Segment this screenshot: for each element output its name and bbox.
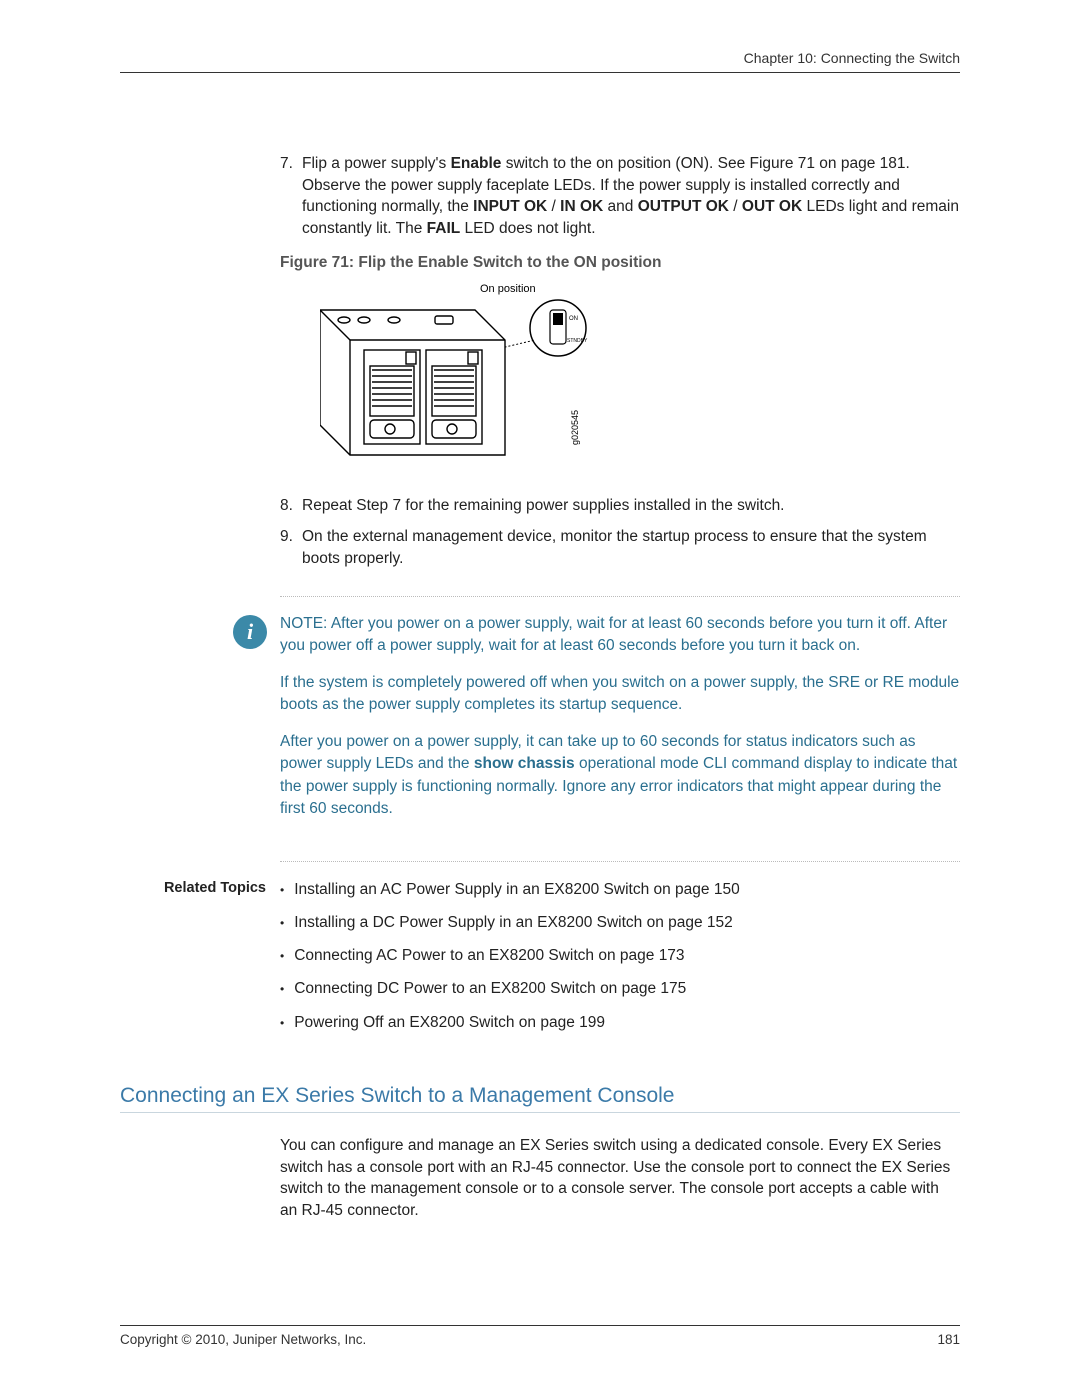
related-topics-label: Related Topics bbox=[120, 878, 280, 896]
figure-71: On position ON STNDBY bbox=[320, 280, 960, 475]
related-link[interactable]: Connecting DC Power to an EX8200 Switch … bbox=[280, 977, 740, 1000]
svg-text:STNDBY: STNDBY bbox=[567, 338, 588, 344]
step-text: On the external management device, monit… bbox=[302, 526, 960, 569]
note-p3: After you power on a power supply, it ca… bbox=[280, 731, 960, 821]
page-footer: Copyright © 2010, Juniper Networks, Inc.… bbox=[120, 1325, 960, 1347]
related-topics-list: Installing an AC Power Supply in an EX82… bbox=[280, 878, 740, 1044]
step-number: 9. bbox=[280, 526, 302, 569]
step-text: Repeat Step 7 for the remaining power su… bbox=[302, 495, 960, 517]
step-text: Flip a power supply's Enable switch to t… bbox=[302, 153, 960, 240]
related-link[interactable]: Connecting AC Power to an EX8200 Switch … bbox=[280, 944, 740, 967]
step-number: 7. bbox=[280, 153, 302, 240]
step-7: 7. Flip a power supply's Enable switch t… bbox=[280, 153, 960, 240]
step-8: 8. Repeat Step 7 for the remaining power… bbox=[280, 495, 960, 517]
note-p2: If the system is completely powered off … bbox=[280, 672, 960, 717]
related-link[interactable]: Powering Off an EX8200 Switch on page 19… bbox=[280, 1011, 740, 1034]
header-rule bbox=[120, 72, 960, 73]
figure-code: g020545 bbox=[570, 410, 580, 445]
section-heading: Connecting an EX Series Switch to a Mana… bbox=[120, 1084, 960, 1113]
step-number: 8. bbox=[280, 495, 302, 517]
page-number: 181 bbox=[937, 1332, 960, 1347]
svg-text:ON: ON bbox=[569, 316, 578, 322]
info-icon: i bbox=[220, 613, 280, 649]
on-position-label: On position bbox=[480, 283, 536, 295]
note-separator-bottom bbox=[280, 861, 960, 862]
related-link[interactable]: Installing an AC Power Supply in an EX82… bbox=[280, 878, 740, 901]
procedure-steps-a: 7. Flip a power supply's Enable switch t… bbox=[280, 153, 960, 240]
note-body: NOTE: After you power on a power supply,… bbox=[280, 613, 960, 835]
figure-title: Figure 71: Flip the Enable Switch to the… bbox=[280, 254, 960, 272]
note-p1: NOTE: After you power on a power supply,… bbox=[280, 613, 960, 658]
note-separator-top bbox=[280, 596, 960, 597]
procedure-steps-b: 8. Repeat Step 7 for the remaining power… bbox=[280, 495, 960, 570]
copyright: Copyright © 2010, Juniper Networks, Inc. bbox=[120, 1332, 366, 1347]
chapter-header: Chapter 10: Connecting the Switch bbox=[120, 0, 960, 72]
section-body: You can configure and manage an EX Serie… bbox=[280, 1135, 960, 1222]
step-9: 9. On the external management device, mo… bbox=[280, 526, 960, 569]
related-link[interactable]: Installing a DC Power Supply in an EX820… bbox=[280, 911, 740, 934]
